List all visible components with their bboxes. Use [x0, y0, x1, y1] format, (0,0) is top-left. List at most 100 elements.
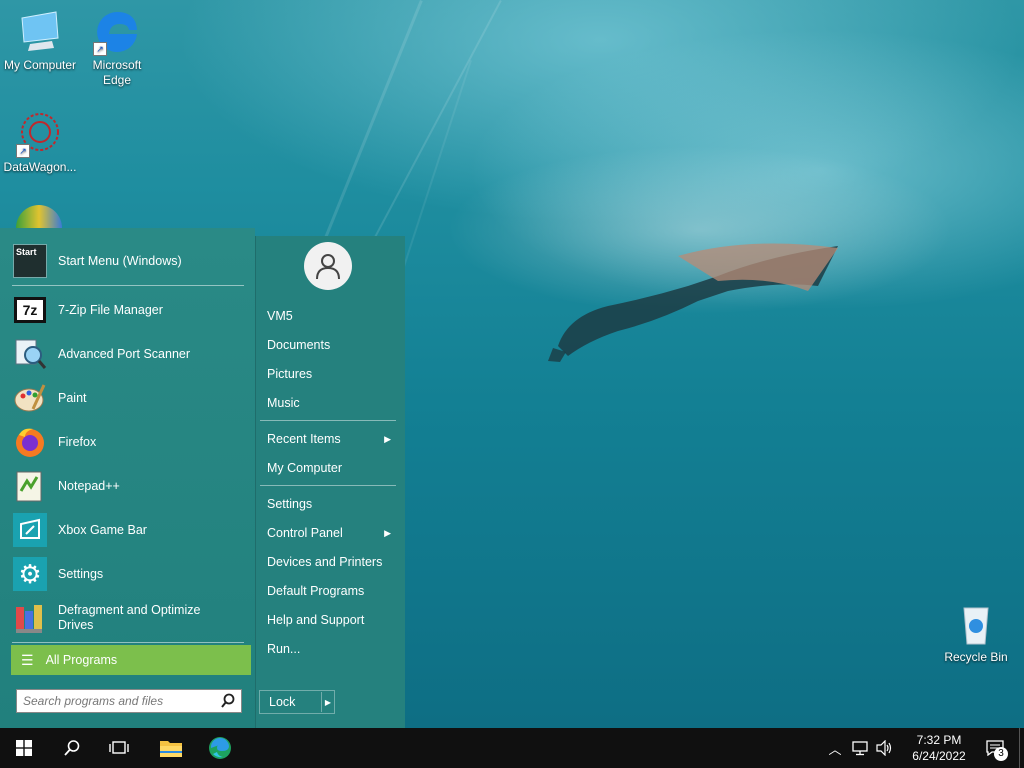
clock-time: 7:32 PM	[916, 733, 962, 747]
chevron-up-icon: ︿	[828, 741, 842, 757]
desktop-icon-edge[interactable]: ↗ Microsoft Edge	[77, 8, 157, 88]
program-xbox-game-bar[interactable]: Xbox Game Bar	[12, 509, 244, 551]
program-firefox[interactable]: Firefox	[12, 421, 244, 463]
program-label: Advanced Port Scanner	[58, 346, 191, 361]
link-label: Recent Items	[267, 432, 341, 446]
settings-icon: ⚙	[12, 556, 48, 592]
taskbar: ︿ 7:32 PM 6/24/2022 3	[0, 728, 1024, 768]
search-box[interactable]: Search programs and files	[16, 689, 242, 713]
program-label: Xbox Game Bar	[58, 522, 147, 537]
volume-button[interactable]	[872, 728, 896, 768]
desktop-icon-datawagon[interactable]: ↗ DataWagon...	[0, 110, 80, 175]
program-label: Start Menu (Windows)	[58, 253, 182, 268]
datawagon-icon: ↗	[16, 110, 64, 158]
link-help-and-support[interactable]: Help and Support	[267, 607, 397, 633]
edge-icon: ↗	[93, 8, 141, 56]
all-programs-button[interactable]: ☰ All Programs	[11, 645, 251, 675]
program-label: Settings	[58, 566, 104, 581]
edge-taskbar-button[interactable]	[197, 728, 243, 768]
all-programs-label: All Programs	[45, 653, 118, 667]
program-start-menu[interactable]: Start Start Menu (Windows)	[12, 240, 244, 282]
program-settings[interactable]: ⚙ Settings	[12, 553, 244, 595]
lock-label: Lock	[269, 695, 296, 709]
clock-date: 6/24/2022	[912, 749, 966, 763]
network-button[interactable]	[848, 728, 872, 768]
windows-start-icon	[16, 740, 32, 756]
desktop-icon-recycle-bin[interactable]: Recycle Bin	[936, 600, 1016, 665]
partial-desktop-icon	[16, 205, 62, 228]
computer-icon	[16, 8, 64, 56]
link-default-programs[interactable]: Default Programs	[267, 578, 397, 604]
program-label: Defragment and Optimize Drives	[58, 603, 201, 632]
taskbar-search-button[interactable]	[49, 728, 95, 768]
start-button[interactable]	[1, 728, 47, 768]
submenu-arrow-icon: ▶	[384, 528, 391, 538]
program-7zip[interactable]: 7z 7-Zip File Manager	[12, 289, 244, 331]
separator	[260, 420, 396, 421]
shortcut-arrow-icon: ↗	[93, 42, 107, 56]
notification-count-badge: 3	[994, 747, 1008, 761]
search-placeholder: Search programs and files	[23, 694, 164, 708]
user-avatar[interactable]	[304, 242, 352, 290]
program-notepadpp[interactable]: Notepad++	[12, 465, 244, 507]
search-icon[interactable]	[220, 693, 236, 709]
desktop-icon-label: Recycle Bin	[944, 650, 1008, 664]
desktop-icon-label: My Computer	[3, 58, 77, 72]
xbox-game-bar-icon	[12, 512, 48, 548]
desktop-icon-label: DataWagon...	[3, 160, 77, 174]
link-music[interactable]: Music	[267, 390, 397, 416]
task-view-button[interactable]	[96, 728, 142, 768]
start-menu-programs-pane: Start Start Menu (Windows) 7z 7-Zip File…	[0, 228, 255, 728]
diver-image	[548, 243, 838, 362]
desktop-icon-my-computer[interactable]: My Computer	[0, 8, 80, 73]
separator	[12, 285, 244, 286]
recycle-bin-icon	[952, 600, 1000, 648]
link-pictures[interactable]: Pictures	[267, 361, 397, 387]
volume-icon	[876, 740, 892, 756]
separator	[12, 642, 244, 643]
separator	[260, 485, 396, 486]
list-icon: ☰	[21, 651, 34, 668]
link-documents[interactable]: Documents	[267, 332, 397, 358]
paint-icon	[12, 380, 48, 416]
action-center-button[interactable]: 3	[978, 728, 1012, 768]
file-explorer-icon	[160, 741, 182, 757]
program-label: Paint	[58, 390, 87, 405]
user-icon	[316, 254, 340, 280]
program-advanced-port-scanner[interactable]: Advanced Port Scanner	[12, 333, 244, 375]
link-run[interactable]: Run...	[267, 636, 397, 662]
notepadpp-icon	[12, 468, 48, 504]
program-label: 7-Zip File Manager	[58, 302, 163, 317]
program-label: Notepad++	[58, 478, 120, 493]
show-desktop-button[interactable]	[1019, 728, 1020, 768]
start-menu: Start Start Menu (Windows) 7z 7-Zip File…	[0, 228, 405, 728]
link-label: Control Panel	[267, 526, 343, 540]
task-view-icon	[109, 741, 129, 754]
search-icon	[64, 740, 80, 756]
file-explorer-button[interactable]	[148, 728, 194, 768]
start-menu-icon: Start	[12, 243, 48, 279]
clock[interactable]: 7:32 PM 6/24/2022	[906, 732, 972, 764]
link-user[interactable]: VM5	[267, 303, 397, 329]
port-scanner-icon	[12, 336, 48, 372]
link-control-panel[interactable]: Control Panel ▶	[267, 520, 397, 546]
link-settings[interactable]: Settings	[267, 491, 397, 517]
program-defragment[interactable]: Defragment and Optimize Drives	[12, 597, 244, 639]
link-devices-and-printers[interactable]: Devices and Printers	[267, 549, 397, 575]
defrag-icon	[12, 600, 48, 636]
program-label: Firefox	[58, 434, 97, 449]
shortcut-arrow-icon: ↗	[16, 144, 30, 158]
link-recent-items[interactable]: Recent Items ▶	[267, 426, 397, 452]
edge-icon	[209, 737, 231, 759]
network-icon	[852, 741, 868, 756]
desktop-icon-label: Microsoft Edge	[92, 58, 142, 87]
start-menu-places-pane: VM5 Documents Pictures Music Recent Item…	[255, 236, 405, 728]
submenu-arrow-icon: ▶	[384, 434, 391, 444]
link-my-computer[interactable]: My Computer	[267, 455, 397, 481]
firefox-icon	[12, 424, 48, 460]
tray-overflow-button[interactable]: ︿	[824, 728, 846, 768]
chevron-right-icon[interactable]: ▶	[322, 698, 334, 707]
lock-button[interactable]: Lock ▶	[259, 690, 335, 714]
7zip-icon: 7z	[12, 292, 48, 328]
program-paint[interactable]: Paint	[12, 377, 244, 419]
